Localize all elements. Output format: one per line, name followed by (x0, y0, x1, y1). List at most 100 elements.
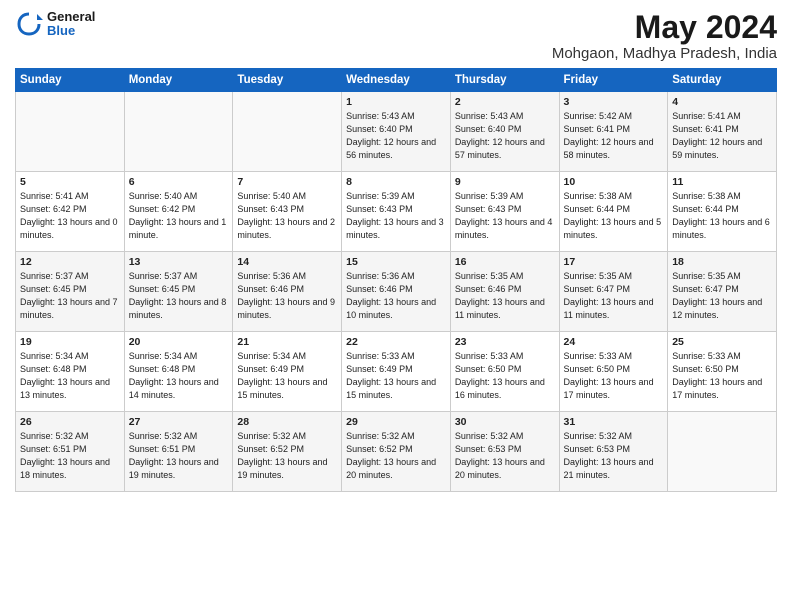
day-info: Sunrise: 5:42 AM Sunset: 6:41 PM Dayligh… (564, 110, 664, 162)
day-number: 13 (129, 256, 229, 268)
day-info: Sunrise: 5:33 AM Sunset: 6:50 PM Dayligh… (564, 350, 664, 402)
table-row: 7 Sunrise: 5:40 AM Sunset: 6:43 PM Daylig… (233, 172, 342, 252)
day-info: Sunrise: 5:43 AM Sunset: 6:40 PM Dayligh… (346, 110, 446, 162)
day-info: Sunrise: 5:34 AM Sunset: 6:49 PM Dayligh… (237, 350, 337, 402)
day-info: Sunrise: 5:33 AM Sunset: 6:50 PM Dayligh… (455, 350, 555, 402)
calendar-header-row: Sunday Monday Tuesday Wednesday Thursday… (16, 69, 777, 92)
header-thursday: Thursday (450, 69, 559, 92)
day-number: 4 (672, 96, 772, 108)
table-row: 16Sunrise: 5:35 AM Sunset: 6:46 PM Dayli… (450, 252, 559, 332)
day-number: 17 (564, 256, 664, 268)
day-number: 26 (20, 416, 120, 428)
day-info: Sunrise: 5:43 AM Sunset: 6:40 PM Dayligh… (455, 110, 555, 162)
calendar-table: Sunday Monday Tuesday Wednesday Thursday… (15, 68, 777, 492)
day-info: Sunrise: 5:40 AM Sunset: 6:43 PM Dayligh… (237, 190, 337, 242)
calendar-week-row: 1 Sunrise: 5:43 AM Sunset: 6:40 PM Daylig… (16, 92, 777, 172)
day-info: Sunrise: 5:32 AM Sunset: 6:52 PM Dayligh… (346, 430, 446, 482)
day-info: Sunrise: 5:38 AM Sunset: 6:44 PM Dayligh… (672, 190, 772, 242)
table-row: 6 Sunrise: 5:40 AM Sunset: 6:42 PM Daylig… (124, 172, 233, 252)
day-info: Sunrise: 5:41 AM Sunset: 6:41 PM Dayligh… (672, 110, 772, 162)
day-info: Sunrise: 5:40 AM Sunset: 6:42 PM Dayligh… (129, 190, 229, 242)
calendar-week-row: 5 Sunrise: 5:41 AM Sunset: 6:42 PM Daylig… (16, 172, 777, 252)
table-row: 3Sunrise: 5:42 AM Sunset: 6:41 PM Daylig… (559, 92, 668, 172)
day-number: 31 (564, 416, 664, 428)
day-info: Sunrise: 5:41 AM Sunset: 6:42 PM Dayligh… (20, 190, 120, 242)
day-info: Sunrise: 5:33 AM Sunset: 6:49 PM Dayligh… (346, 350, 446, 402)
day-info: Sunrise: 5:32 AM Sunset: 6:51 PM Dayligh… (20, 430, 120, 482)
table-row: 25 Sunrise: 5:33 AM Sunset: 6:50 PM Dayli… (668, 332, 777, 412)
table-row: 10Sunrise: 5:38 AM Sunset: 6:44 PM Dayli… (559, 172, 668, 252)
day-number: 2 (455, 96, 555, 108)
day-number: 11 (672, 176, 772, 188)
table-row (233, 92, 342, 172)
day-info: Sunrise: 5:32 AM Sunset: 6:51 PM Dayligh… (129, 430, 229, 482)
table-row: 30Sunrise: 5:32 AM Sunset: 6:53 PM Dayli… (450, 412, 559, 492)
table-row: 5 Sunrise: 5:41 AM Sunset: 6:42 PM Daylig… (16, 172, 125, 252)
table-row: 22 Sunrise: 5:33 AM Sunset: 6:49 PM Dayli… (342, 332, 451, 412)
day-number: 28 (237, 416, 337, 428)
day-number: 6 (129, 176, 229, 188)
day-number: 18 (672, 256, 772, 268)
day-info: Sunrise: 5:38 AM Sunset: 6:44 PM Dayligh… (564, 190, 664, 242)
day-info: Sunrise: 5:32 AM Sunset: 6:53 PM Dayligh… (564, 430, 664, 482)
table-row: 17 Sunrise: 5:35 AM Sunset: 6:47 PM Dayli… (559, 252, 668, 332)
day-number: 30 (455, 416, 555, 428)
day-number: 1 (346, 96, 446, 108)
table-row: 21 Sunrise: 5:34 AM Sunset: 6:49 PM Dayli… (233, 332, 342, 412)
table-row: 14 Sunrise: 5:36 AM Sunset: 6:46 PM Dayli… (233, 252, 342, 332)
day-info: Sunrise: 5:35 AM Sunset: 6:47 PM Dayligh… (564, 270, 664, 322)
table-row: 24 Sunrise: 5:33 AM Sunset: 6:50 PM Dayli… (559, 332, 668, 412)
day-number: 5 (20, 176, 120, 188)
day-number: 20 (129, 336, 229, 348)
table-row: 11 Sunrise: 5:38 AM Sunset: 6:44 PM Dayli… (668, 172, 777, 252)
header: General Blue May 2024 Mohgaon, Madhya Pr… (15, 10, 777, 62)
table-row: 31 Sunrise: 5:32 AM Sunset: 6:53 PM Dayli… (559, 412, 668, 492)
month-year-heading: May 2024 (552, 10, 777, 45)
table-row: 9Sunrise: 5:39 AM Sunset: 6:43 PM Daylig… (450, 172, 559, 252)
table-row (16, 92, 125, 172)
day-info: Sunrise: 5:34 AM Sunset: 6:48 PM Dayligh… (129, 350, 229, 402)
table-row: 12 Sunrise: 5:37 AM Sunset: 6:45 PM Dayli… (16, 252, 125, 332)
logo-icon (15, 10, 43, 38)
table-row: 23 Sunrise: 5:33 AM Sunset: 6:50 PM Dayli… (450, 332, 559, 412)
day-number: 7 (237, 176, 337, 188)
table-row: 19 Sunrise: 5:34 AM Sunset: 6:48 PM Dayli… (16, 332, 125, 412)
table-row: 1 Sunrise: 5:43 AM Sunset: 6:40 PM Daylig… (342, 92, 451, 172)
day-number: 23 (455, 336, 555, 348)
day-number: 24 (564, 336, 664, 348)
day-number: 12 (20, 256, 120, 268)
day-number: 21 (237, 336, 337, 348)
table-row: 2 Sunrise: 5:43 AM Sunset: 6:40 PM Daylig… (450, 92, 559, 172)
table-row (668, 412, 777, 492)
table-row: 26 Sunrise: 5:32 AM Sunset: 6:51 PM Dayli… (16, 412, 125, 492)
logo-general-text: General (47, 10, 95, 24)
day-number: 19 (20, 336, 120, 348)
day-number: 25 (672, 336, 772, 348)
location-text: Mohgaon, Madhya Pradesh, India (552, 45, 777, 62)
header-tuesday: Tuesday (233, 69, 342, 92)
calendar-week-row: 26 Sunrise: 5:32 AM Sunset: 6:51 PM Dayli… (16, 412, 777, 492)
table-row: 28Sunrise: 5:32 AM Sunset: 6:52 PM Dayli… (233, 412, 342, 492)
table-row: 18 Sunrise: 5:35 AM Sunset: 6:47 PM Dayli… (668, 252, 777, 332)
table-row (124, 92, 233, 172)
day-number: 14 (237, 256, 337, 268)
day-number: 9 (455, 176, 555, 188)
day-info: Sunrise: 5:35 AM Sunset: 6:47 PM Dayligh… (672, 270, 772, 322)
table-row: 4 Sunrise: 5:41 AM Sunset: 6:41 PM Daylig… (668, 92, 777, 172)
header-sunday: Sunday (16, 69, 125, 92)
table-row: 29 Sunrise: 5:32 AM Sunset: 6:52 PM Dayli… (342, 412, 451, 492)
logo-blue-text: Blue (47, 24, 95, 38)
day-info: Sunrise: 5:37 AM Sunset: 6:45 PM Dayligh… (20, 270, 120, 322)
logo: General Blue (15, 10, 95, 39)
day-info: Sunrise: 5:36 AM Sunset: 6:46 PM Dayligh… (237, 270, 337, 322)
table-row: 15Sunrise: 5:36 AM Sunset: 6:46 PM Dayli… (342, 252, 451, 332)
day-number: 8 (346, 176, 446, 188)
day-info: Sunrise: 5:33 AM Sunset: 6:50 PM Dayligh… (672, 350, 772, 402)
logo-text: General Blue (47, 10, 95, 39)
day-info: Sunrise: 5:34 AM Sunset: 6:48 PM Dayligh… (20, 350, 120, 402)
day-number: 29 (346, 416, 446, 428)
day-number: 22 (346, 336, 446, 348)
day-info: Sunrise: 5:37 AM Sunset: 6:45 PM Dayligh… (129, 270, 229, 322)
day-info: Sunrise: 5:36 AM Sunset: 6:46 PM Dayligh… (346, 270, 446, 322)
title-block: May 2024 Mohgaon, Madhya Pradesh, India (552, 10, 777, 62)
